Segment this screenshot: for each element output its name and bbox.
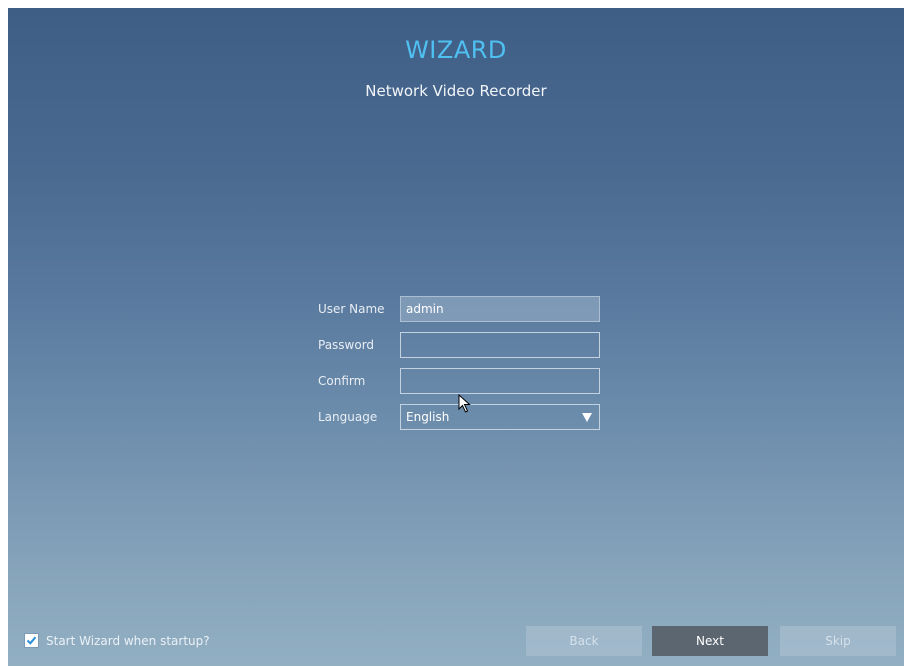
confirm-label: Confirm xyxy=(318,374,366,388)
password-label: Password xyxy=(318,338,375,352)
language-label: Language xyxy=(318,410,378,424)
username-field[interactable] xyxy=(400,296,600,322)
password-row: Password xyxy=(314,332,600,358)
language-select[interactable]: English xyxy=(400,404,600,430)
language-row: Language English xyxy=(314,404,600,430)
username-row: User Name xyxy=(314,296,600,322)
confirm-row: Confirm xyxy=(314,368,600,394)
wizard-screen: WIZARD Network Video Recorder User Name … xyxy=(8,8,904,666)
wizard-title: WIZARD xyxy=(405,36,507,64)
password-field[interactable] xyxy=(400,332,600,358)
wizard-footer: Start Wizard when startup? Back Next Ski… xyxy=(8,626,904,656)
start-wizard-checkbox[interactable] xyxy=(24,633,39,648)
back-button[interactable]: Back xyxy=(526,626,642,656)
language-selected-value: English xyxy=(406,410,450,424)
wizard-subtitle: Network Video Recorder xyxy=(365,82,547,100)
chevron-down-icon[interactable] xyxy=(582,412,592,422)
checkmark-icon xyxy=(26,636,37,645)
start-wizard-toggle[interactable]: Start Wizard when startup? xyxy=(24,633,210,648)
confirm-password-field[interactable] xyxy=(400,368,600,394)
mouse-pointer-icon xyxy=(458,394,471,413)
username-label: User Name xyxy=(318,302,385,316)
start-wizard-label: Start Wizard when startup? xyxy=(46,633,210,648)
next-button[interactable]: Next xyxy=(652,626,768,656)
skip-button[interactable]: Skip xyxy=(780,626,896,656)
